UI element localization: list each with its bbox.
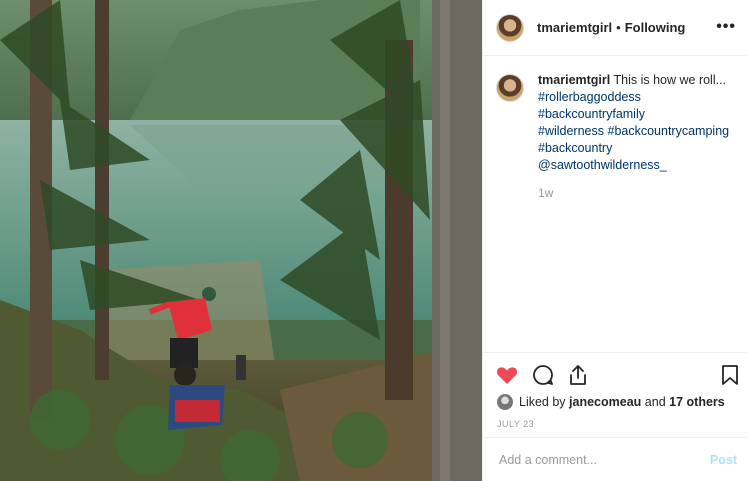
post-photo[interactable] [0, 0, 482, 481]
hashtag-link[interactable]: #wilderness [538, 124, 604, 138]
liked-by-prefix: Liked by [519, 395, 566, 409]
others-count[interactable]: 17 others [669, 395, 725, 409]
comment-input[interactable] [497, 451, 710, 468]
heart-icon[interactable] [495, 363, 519, 387]
caption-avatar[interactable] [496, 74, 524, 102]
hashtag-link[interactable]: #backcountry [538, 141, 612, 155]
header-separator: • [616, 20, 621, 35]
mention-link[interactable]: @sawtoothwilderness_ [538, 158, 667, 172]
caption-text: This is how we roll... [613, 73, 727, 87]
post-comment-button[interactable]: Post [710, 453, 737, 467]
comment-box: Post [483, 437, 748, 481]
likes-summary: Liked by janecomeau and 17 others [497, 394, 725, 410]
comment-icon[interactable] [531, 363, 555, 387]
bookmark-icon[interactable] [718, 363, 742, 387]
hashtag-link[interactable]: #backcountrycamping [608, 124, 730, 138]
avatar[interactable] [496, 13, 524, 42]
liked-by-and: and [644, 395, 666, 409]
liker-username[interactable]: janecomeau [569, 395, 641, 409]
action-bar [483, 352, 748, 399]
caption-username[interactable]: tmariemtgirl [538, 73, 610, 87]
share-icon[interactable] [566, 363, 590, 387]
liker-avatar[interactable] [497, 394, 513, 410]
following-button[interactable]: Following [625, 20, 686, 35]
caption-timestamp[interactable]: 1w [538, 185, 740, 202]
header-username[interactable]: tmariemtgirl [537, 20, 612, 35]
hashtag-link[interactable]: #backcountryfamily [538, 107, 645, 121]
hashtag-link[interactable]: #rollerbaggoddess [538, 90, 641, 104]
post-header: tmariemtgirl • Following ••• [483, 0, 748, 56]
caption: tmariemtgirl This is how we roll... #rol… [496, 72, 740, 202]
post-sidebar: tmariemtgirl • Following ••• tmariemtgir… [482, 0, 748, 481]
lake-forest-photo [0, 0, 482, 481]
more-options-icon[interactable]: ••• [716, 18, 736, 36]
caption-body: tmariemtgirl This is how we roll... #rol… [538, 72, 740, 202]
post-date[interactable]: JULY 23 [497, 419, 534, 429]
